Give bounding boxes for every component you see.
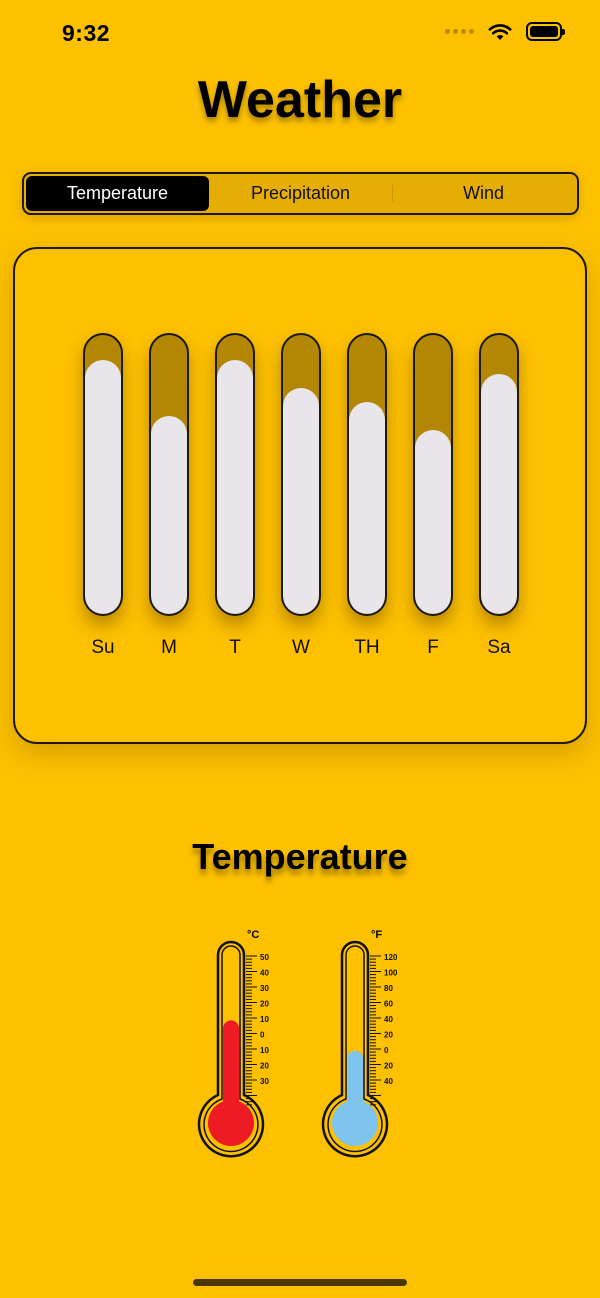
day-label: T (229, 637, 241, 658)
celsius-unit-label: °C (247, 929, 259, 941)
scale-label: 20 (260, 1062, 269, 1071)
scale-label: 10 (260, 1015, 269, 1024)
scale-label: 40 (260, 969, 269, 978)
celsius-thermometer: °C 50 40 30 20 10 0 10 20 30 (197, 929, 269, 1158)
day-label: Su (91, 637, 115, 658)
bar-track-saturday[interactable] (479, 333, 519, 616)
battery-icon (526, 22, 565, 41)
scale-label: 60 (384, 1000, 393, 1009)
day-label: F (427, 637, 439, 658)
segment-wind[interactable]: Wind (392, 176, 575, 211)
scale-label: 0 (260, 1031, 265, 1040)
weekly-chart-card: Su M T W TH F Sa (13, 247, 587, 744)
bar-track-wednesday[interactable] (281, 333, 321, 616)
segment-temperature[interactable]: Temperature (26, 176, 209, 211)
scale-label: 20 (384, 1031, 393, 1040)
bar-track-tuesday[interactable] (215, 333, 255, 616)
scale-label: 40 (384, 1015, 393, 1024)
segmented-control: Temperature Precipitation Wind (22, 172, 579, 215)
celsius-liquid-column (223, 1020, 239, 1125)
fahrenheit-liquid-column (347, 1050, 363, 1125)
bar-fill (415, 429, 451, 614)
bar-track-monday[interactable] (149, 333, 189, 616)
bar-fill (283, 388, 319, 614)
day-label: M (161, 637, 177, 658)
bar-track-thursday[interactable] (347, 333, 387, 616)
fahrenheit-thermometer: °F 120 100 80 60 40 20 0 20 40 (321, 929, 398, 1158)
day-label: Sa (487, 637, 511, 658)
status-icons (445, 22, 565, 41)
segment-precipitation[interactable]: Precipitation (209, 176, 392, 211)
scale-label: 30 (260, 984, 269, 993)
bar-fill (349, 401, 385, 614)
scale-label: 30 (260, 1077, 269, 1086)
scale-label: 20 (260, 1000, 269, 1009)
scale-label: 80 (384, 984, 393, 993)
bar-fill (481, 374, 517, 614)
bar-track-friday[interactable] (413, 333, 453, 616)
home-indicator[interactable] (193, 1279, 407, 1286)
scale-label: 10 (260, 1046, 269, 1055)
status-time: 9:32 (62, 20, 111, 46)
scale-label: 0 (384, 1046, 389, 1055)
scale-label: 50 (260, 953, 269, 962)
temperature-section-title: Temperature (192, 836, 408, 877)
bar-fill (85, 360, 121, 614)
scale-label: 40 (384, 1077, 393, 1086)
bar-fill (151, 415, 187, 614)
fahrenheit-unit-label: °F (371, 929, 382, 941)
bar-fill (217, 360, 253, 614)
wifi-icon (488, 23, 512, 40)
day-label: TH (354, 637, 380, 658)
day-label: W (292, 637, 310, 658)
page-title: Weather (197, 71, 403, 129)
bar-track-sunday[interactable] (83, 333, 123, 616)
scale-label: 120 (384, 953, 398, 962)
scale-label: 20 (384, 1062, 393, 1071)
cellular-signal-icon (445, 29, 474, 34)
scale-label: 100 (384, 969, 398, 978)
